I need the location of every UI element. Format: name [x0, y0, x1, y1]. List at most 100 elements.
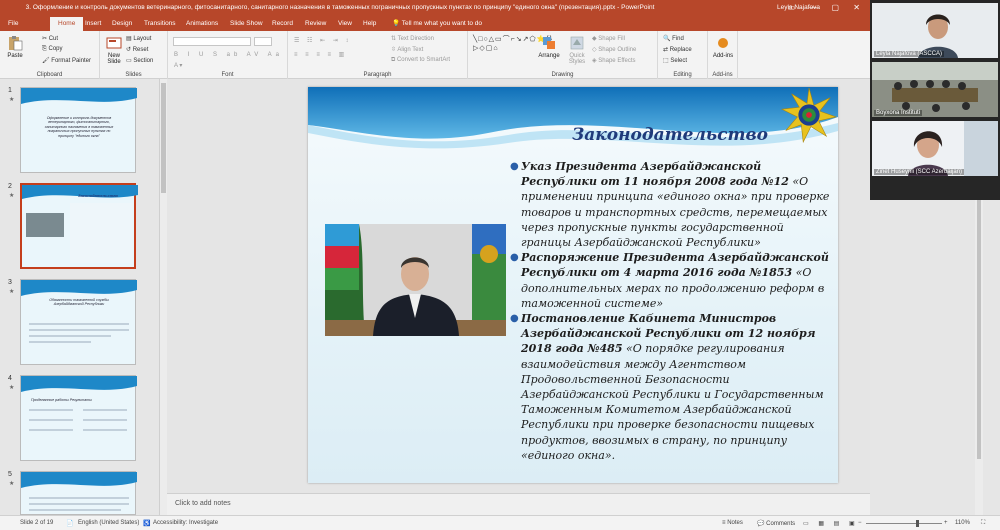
participant-tile-3[interactable]: Zinet Huseynli (SCC Azerbaijan)	[872, 121, 998, 176]
align-text-button[interactable]: ⇳ Align Text	[391, 46, 423, 53]
bullet-item: ● Указ Президента Азербайджанской Респуб…	[508, 159, 833, 250]
participant-video	[872, 62, 998, 117]
smartart-button[interactable]: ⧉ Convert to SmartArt	[391, 57, 450, 64]
participant-tile-1[interactable]: Leyla Najafova (ASCCA)	[872, 3, 998, 58]
current-slide[interactable]: Законодательство ● Указ Президента Азерб…	[308, 87, 838, 483]
select-button[interactable]: ⬚ Select	[663, 57, 687, 64]
shape-fill-button[interactable]: ◆ Shape Fill	[592, 35, 625, 42]
drawing-group-label: Drawing	[551, 72, 574, 78]
powerpoint-window: 3. Оформление и контроль документов вете…	[0, 0, 1000, 530]
font-format-buttons[interactable]: B I U S ab AV Aa	[174, 52, 283, 58]
tab-animations[interactable]: Animations	[186, 17, 218, 31]
view-buttons[interactable]: ▭ ▦ ▤ ▣	[803, 520, 859, 527]
font-color-button[interactable]: A ▾	[174, 62, 182, 69]
scissors-icon: ✂	[42, 36, 48, 42]
participant-video	[872, 3, 998, 58]
thumbnail-wave-decoration	[21, 376, 137, 431]
paste-icon	[9, 36, 23, 51]
font-size-combo[interactable]	[254, 37, 272, 46]
participant-tile-2[interactable]: Boyxona Instituti	[872, 62, 998, 117]
shapes-gallery[interactable]: ╲□○△▭⌒⌐↘↗⬠⭐{}▷◇▢⌂	[473, 35, 552, 53]
arrange-button[interactable]: Arrange	[536, 35, 562, 59]
slide-thumbnail-pane[interactable]: 1 ★ Оформление и контроль документов вет…	[0, 79, 160, 515]
slide-thumbnail-1[interactable]: Оформление и контроль документов ветерин…	[20, 87, 137, 173]
notes-toggle[interactable]: ≡ Notes	[722, 520, 743, 526]
notes-placeholder[interactable]: Click to add notes	[175, 500, 231, 507]
paragraph-group: ☰ ☷ ⇤ ⇥ ↕ ≡ ≡ ≡ ≡ ▥ ⇅ Text Direction ⇳ A…	[288, 31, 468, 79]
quick-styles-button[interactable]: Quick Styles	[564, 35, 590, 65]
video-call-panel: Leyla Najafova (ASCCA) Boyxona Instituti…	[870, 0, 1000, 200]
status-bar: Slide 2 of 19 📄 English (United States) …	[0, 515, 1000, 530]
slide-counter: Slide 2 of 19	[20, 520, 54, 526]
zoom-level[interactable]: 110%	[955, 520, 970, 526]
tab-design[interactable]: Design	[112, 17, 132, 31]
slide-body-text[interactable]: ● Указ Президента Азербайджанской Респуб…	[508, 159, 833, 463]
bullet-text: «О порядке регулирования взаимодействия …	[521, 342, 824, 462]
font-name-combo[interactable]	[173, 37, 251, 46]
cut-button[interactable]: ✂ Cut	[42, 35, 58, 42]
editing-group-label: Editing	[673, 72, 692, 78]
zoom-slider[interactable]	[866, 523, 942, 524]
spellcheck-icon[interactable]: 📄	[66, 520, 73, 527]
tab-record[interactable]: Record	[272, 17, 293, 31]
tab-home[interactable]: Home	[50, 17, 84, 31]
new-slide-button[interactable]: New Slide	[103, 35, 125, 65]
tab-file[interactable]: File	[8, 17, 18, 31]
tab-insert[interactable]: Insert	[85, 17, 101, 31]
copy-button[interactable]: ⎘ Copy	[42, 46, 63, 53]
copy-icon: ⎘	[42, 46, 47, 52]
slide-thumbnail-4[interactable]: Проделанные работы Результаты	[20, 375, 137, 461]
zoom-out-button[interactable]: −	[858, 520, 862, 526]
layout-button[interactable]: ▤ Layout	[126, 35, 151, 42]
slide-thumbnail-5[interactable]	[20, 471, 137, 515]
replace-button[interactable]: ⇄ Replace	[663, 46, 692, 53]
accessibility-status[interactable]: Accessibility: Investigate	[153, 520, 218, 526]
find-button[interactable]: 🔍 Find	[663, 35, 684, 42]
reset-button[interactable]: ↺ Reset	[126, 46, 148, 53]
comments-toggle-label: Comments	[766, 521, 796, 527]
addins-icon	[718, 38, 728, 48]
language-indicator[interactable]: English (United States)	[78, 520, 139, 526]
thumbnail-title-text: Законодательство	[78, 193, 119, 198]
thumbnail-scrollbar-thumb[interactable]	[161, 83, 166, 193]
thumbnail-title-text: Проделанные работы Результаты	[31, 398, 92, 402]
participant-video	[872, 121, 998, 176]
text-direction-icon: ⇅	[391, 36, 397, 42]
customs-emblem-icon	[780, 87, 838, 144]
align-buttons[interactable]: ≡ ≡ ≡ ≡ ▥	[294, 51, 347, 58]
tab-view[interactable]: View	[338, 17, 352, 31]
slide-editing-area[interactable]: Законодательство ● Указ Президента Азерб…	[167, 79, 870, 493]
find-label: Find	[672, 36, 684, 42]
shape-effects-label: Shape Effects	[598, 58, 636, 64]
zoom-slider-thumb[interactable]	[916, 520, 919, 527]
window-controls[interactable]: ▭ — ▢ ✕	[788, 3, 867, 12]
align-text-icon: ⇳	[391, 47, 397, 53]
slide-thumbnail-3[interactable]: Обязанности таможенной службы Азербайджа…	[20, 279, 137, 365]
fill-icon: ◆	[592, 36, 597, 42]
list-buttons[interactable]: ☰ ☷ ⇤ ⇥ ↕	[294, 37, 351, 44]
tab-help[interactable]: Help	[363, 17, 376, 31]
shape-effects-button[interactable]: ◈ Shape Effects	[592, 57, 636, 64]
ribbon-tabs: File Home Insert Design Transitions Anim…	[0, 17, 870, 31]
tab-slide-show[interactable]: Slide Show	[230, 17, 263, 31]
section-button[interactable]: ▭ Section	[126, 57, 153, 64]
star-icon: ★	[9, 481, 15, 487]
format-painter-button[interactable]: 🖌 Format Painter	[42, 57, 91, 64]
notes-pane[interactable]: Click to add notes	[167, 493, 870, 515]
tab-review[interactable]: Review	[305, 17, 326, 31]
paste-button[interactable]: Paste	[4, 35, 26, 59]
slide-thumbnail-2[interactable]: Законодательство	[20, 183, 138, 269]
thumbnail-scrollbar[interactable]	[160, 79, 167, 515]
slide-title[interactable]: Законодательство	[572, 125, 768, 145]
shape-outline-button[interactable]: ◇ Shape Outline	[592, 46, 636, 53]
star-icon: ★	[9, 193, 15, 199]
text-direction-button[interactable]: ⇅ Text Direction	[391, 35, 434, 42]
comments-toggle[interactable]: 💬 Comments	[757, 520, 795, 527]
addins-button[interactable]: Add-ins	[710, 35, 736, 59]
slides-group: New Slide ▤ Layout ↺ Reset ▭ Section Sli…	[100, 31, 168, 79]
zoom-in-button[interactable]: +	[944, 520, 948, 526]
tab-transitions[interactable]: Transitions	[144, 17, 176, 31]
fit-slide-icon[interactable]: ⛶	[981, 520, 985, 527]
tell-me-box[interactable]: 💡 Tell me what you want to do	[392, 17, 482, 31]
replace-label: Replace	[669, 47, 692, 53]
